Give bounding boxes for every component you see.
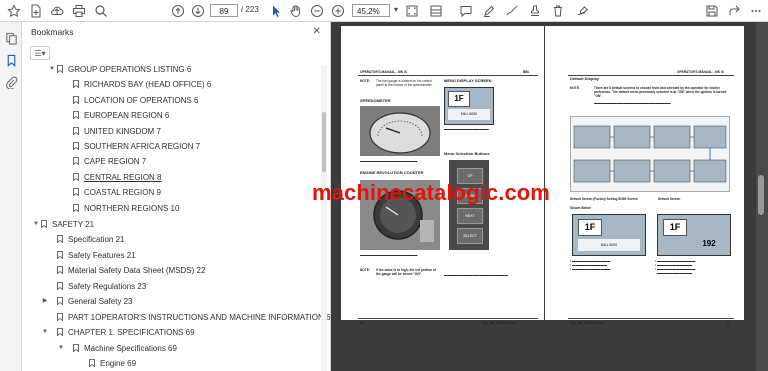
- chevron-right-icon[interactable]: ▶: [41, 294, 49, 309]
- page-number: 88: [360, 321, 364, 325]
- upload-cloud-icon[interactable]: [49, 3, 65, 19]
- page-number: 89: [726, 321, 730, 325]
- document-number: Doc. No. 070214 Rev A: [482, 321, 517, 325]
- body-text: ▬▬▬▬▬▬▬▬▬▬▬▬▬▬▬▬▬▬: [360, 253, 418, 257]
- note-label: NOTE:: [360, 79, 370, 83]
- zoom-in-icon[interactable]: [330, 3, 346, 19]
- section-heading: Menu Selection Buttons: [444, 151, 490, 156]
- section-heading: ENGINE REVOLUTION COUNTER: [360, 170, 424, 175]
- chevron-down-icon[interactable]: ▼: [57, 341, 65, 356]
- previous-page-icon[interactable]: [170, 3, 186, 19]
- body-text: • ▬▬▬▬▬▬▬▬▬▬▬▬ • ▬▬▬▬▬▬▬▬▬▬▬ • ▬▬▬▬▬▬▬▬▬▬▬…: [570, 259, 611, 271]
- highlight-pen-icon[interactable]: [481, 3, 497, 19]
- section-heading: SPEEDOMETER: [360, 98, 391, 103]
- next-page-icon[interactable]: [190, 3, 206, 19]
- stamp-icon[interactable]: [527, 3, 543, 19]
- speedometer-photo: [360, 106, 440, 156]
- zoom-out-icon[interactable]: [309, 3, 325, 19]
- attachment-icon[interactable]: [3, 76, 19, 92]
- left-icon-rail: [0, 22, 22, 371]
- chevron-down-icon[interactable]: ▼: [48, 62, 56, 77]
- menu-display-screen: 1F MILL 8000: [444, 87, 494, 125]
- select-cursor-icon[interactable]: [268, 3, 284, 19]
- panel-title: Bookmarks: [31, 27, 74, 37]
- print-icon[interactable]: [71, 3, 87, 19]
- screen-caption: Default Screen (Factory Setting 8/260 Sc…: [570, 197, 638, 201]
- section-heading: Default Display: [570, 76, 599, 81]
- page-header: BBL: [523, 70, 530, 74]
- scroll-mode-icon[interactable]: [428, 3, 444, 19]
- note-text: If the value is to high, the red portion…: [376, 268, 436, 276]
- default-screens-diagram: [570, 116, 730, 192]
- add-file-icon[interactable]: [28, 3, 44, 19]
- save-icon[interactable]: [704, 3, 720, 19]
- delete-icon[interactable]: [550, 3, 566, 19]
- note-label: NOTE:: [360, 268, 370, 272]
- watermark: machinecatalogic.com: [312, 180, 550, 205]
- zoom-level-input[interactable]: 45,2%: [352, 4, 390, 17]
- fit-page-icon[interactable]: [404, 3, 420, 19]
- bookmarks-panel: Bookmarks ✕ ☰▾ ▼ GROUP OPERATIONS LISTING…: [22, 22, 331, 371]
- note-text: The fuel gauge is located on the control…: [376, 79, 433, 87]
- chevron-down-icon[interactable]: ▾: [394, 5, 398, 14]
- hand-tool-icon[interactable]: [288, 3, 304, 19]
- comment-icon[interactable]: [458, 3, 474, 19]
- draw-icon[interactable]: [504, 3, 520, 19]
- search-icon[interactable]: [93, 3, 109, 19]
- note-text: There are 8 default screens to choose fr…: [594, 86, 727, 98]
- share-icon[interactable]: [726, 3, 742, 19]
- section-heading: MENU DISPLAY SCREEN: [444, 78, 492, 83]
- bookmark-icon[interactable]: [3, 54, 19, 70]
- body-text: ▬▬▬▬▬▬▬▬▬▬▬▬▬▬▬▬▬▬▬▬: [444, 273, 508, 277]
- page-number-input[interactable]: 89: [210, 4, 238, 17]
- page-thumbnails-icon[interactable]: [3, 32, 19, 48]
- page-header: OPERATOR'S MANUAL - MK IX: [360, 70, 407, 74]
- default-screen-lcd: 1F MILL 8000: [572, 214, 646, 256]
- bookmark-options-button[interactable]: ☰▾: [30, 46, 50, 60]
- body-text: ▬▬▬▬▬▬▬▬▬▬▬▬▬▬▬▬▬▬: [360, 159, 418, 163]
- body-text: • ▬▬▬▬▬▬▬▬▬▬▬▬ • ▬▬▬▬▬▬▬▬▬▬▬ • ▬▬▬▬▬▬▬▬▬▬▬…: [655, 259, 696, 275]
- fill-sign-icon[interactable]: [575, 3, 591, 19]
- toolbar: 89 / 223 45,2% ▾: [0, 0, 768, 22]
- body-text: ▬▬▬▬▬▬▬▬▬▬▬▬▬▬: [444, 127, 489, 131]
- bookmarks-scroll-thumb[interactable]: [322, 112, 326, 172]
- default-screen-lcd-2: 1F 192: [657, 214, 731, 256]
- more-options-icon[interactable]: [748, 3, 764, 19]
- body-text: ▬▬▬▬▬▬▬▬▬▬▬▬▬▬▬▬▬▬▬▬▬▬▬▬: [594, 101, 671, 105]
- document-number: Doc. No. 070214 Rev A: [570, 321, 605, 325]
- screen-caption: Default Screen: [658, 197, 681, 201]
- page-total: / 223: [241, 5, 259, 14]
- viewer-scroll-thumb[interactable]: [758, 175, 764, 215]
- screen-caption: Shown Below: [570, 206, 591, 210]
- next-button: NEXT: [457, 208, 483, 224]
- close-icon[interactable]: ✕: [313, 26, 321, 37]
- chevron-down-icon[interactable]: ▼: [41, 325, 49, 340]
- page-header: OPERATOR'S MANUAL - MK IX: [677, 70, 724, 74]
- note-label: NOTE:: [570, 86, 580, 90]
- star-icon[interactable]: [6, 3, 22, 19]
- select-button: SELECT: [457, 228, 483, 244]
- chevron-down-icon[interactable]: ▼: [32, 217, 40, 232]
